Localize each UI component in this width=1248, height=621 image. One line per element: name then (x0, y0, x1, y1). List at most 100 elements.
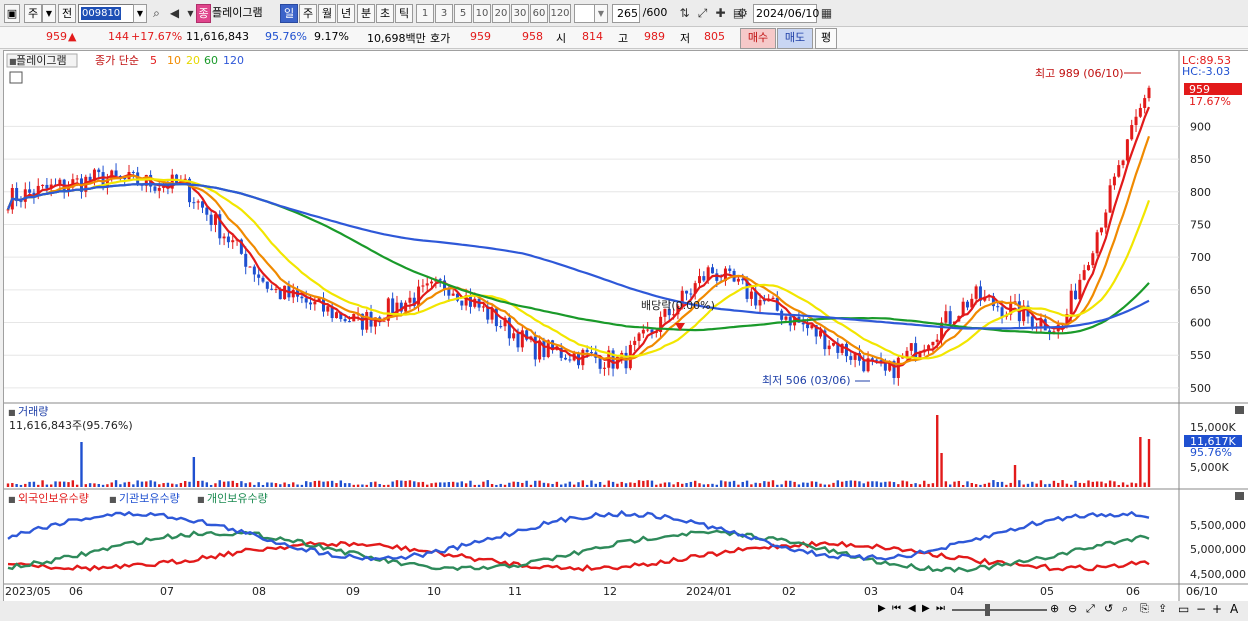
candle-body (222, 236, 226, 239)
search-icon[interactable]: ⌕ (148, 5, 165, 22)
volume-bar (451, 481, 455, 487)
inv-panel-close-icon[interactable] (1235, 492, 1244, 500)
next-icon[interactable]: ▶ (922, 603, 934, 617)
volume-bar (330, 480, 334, 487)
candle-body (542, 340, 546, 358)
step-60[interactable]: 60 (530, 4, 548, 23)
volume-bar (97, 483, 100, 487)
candle-body (775, 297, 779, 311)
volume-bar (525, 480, 528, 487)
candle-body (1143, 98, 1147, 108)
ma120-line (6, 182, 1150, 330)
volume-bar (806, 482, 809, 487)
volume-bar (84, 484, 87, 487)
calendar-icon[interactable]: ▦ (818, 5, 835, 22)
candle-body (633, 340, 637, 345)
volume-bar (970, 482, 973, 487)
inv-tick-2: 5,000,000 (1190, 543, 1246, 556)
period-second-tab[interactable]: 초 (376, 4, 394, 23)
candle-body (784, 316, 788, 320)
candle-body (257, 274, 261, 278)
gear-icon[interactable]: ⚙ (734, 5, 751, 22)
buy-button[interactable]: 매수 (740, 28, 776, 49)
volume-bar (274, 483, 278, 487)
forward-icon[interactable]: ⏭ (936, 603, 950, 617)
candle-body (715, 273, 719, 281)
plus-icon[interactable]: + (1212, 602, 1224, 618)
candle-body (114, 170, 118, 177)
period-minute-tab[interactable]: 분 (357, 4, 375, 23)
volume-bar (413, 481, 416, 487)
step-30[interactable]: 30 (511, 4, 529, 23)
volume-bar (296, 484, 299, 487)
zoom-out-icon[interactable]: ⊖ (1068, 602, 1084, 618)
export-icon[interactable]: ⇪ (1158, 602, 1174, 618)
candle-body (309, 302, 313, 305)
volume-bar (797, 484, 801, 487)
candle-body (1091, 253, 1095, 266)
period-tick-tab[interactable]: 틱 (395, 4, 413, 23)
play-icon[interactable]: ▶ (878, 603, 890, 617)
chart-area[interactable]: 플레이그램 ■ 종가 단순 5 10 20 60 120 LC:89.53 HC… (3, 50, 1248, 603)
scroll-track[interactable] (952, 609, 1047, 611)
candle-body (749, 291, 753, 299)
volume-bar (564, 483, 567, 487)
volume-bar (473, 484, 476, 487)
eval-button[interactable]: 평 (815, 28, 837, 49)
sell-button[interactable]: 매도 (777, 28, 813, 49)
type-select[interactable]: 주 (24, 4, 42, 23)
prev-button[interactable]: 전 (58, 4, 76, 23)
fit-icon[interactable]: ⤢ (1086, 602, 1102, 618)
chart-tools-icon[interactable]: ⇅ (676, 5, 693, 22)
reset-icon[interactable]: ↺ (1104, 602, 1120, 618)
x-label: 11 (508, 585, 522, 598)
count-input[interactable]: 265 (612, 4, 640, 23)
date-input[interactable]: 2024/06/10 (753, 4, 819, 23)
custom-step-dropdown-icon[interactable]: ▼ (594, 4, 608, 23)
trendline-icon[interactable]: ⤢ (694, 5, 711, 22)
font-size-icon[interactable]: A (1230, 602, 1242, 618)
magnify-icon[interactable]: ⌕ (1122, 602, 1138, 618)
speaker-icon[interactable]: ◀ (166, 5, 183, 22)
volume-bar (1130, 482, 1133, 487)
volume-bar (41, 480, 44, 487)
period-week-tab[interactable]: 주 (299, 4, 317, 23)
step-10[interactable]: 10 (473, 4, 491, 23)
step-20[interactable]: 20 (492, 4, 510, 23)
zoom-in-icon[interactable]: ⊕ (1050, 602, 1066, 618)
table-toggle-icon[interactable] (9, 71, 23, 84)
volume-bar (871, 481, 874, 487)
prev-icon[interactable]: ◀ (908, 603, 920, 617)
step-5[interactable]: 5 (454, 4, 472, 23)
volume-bar (67, 482, 70, 487)
candle-body (585, 349, 589, 353)
volume-current-pct: 95.76% (1190, 446, 1232, 459)
period-day-tab[interactable]: 일 (280, 4, 298, 23)
scroll-handle[interactable] (985, 604, 990, 616)
period-month-tab[interactable]: 월 (318, 4, 336, 23)
step-120[interactable]: 120 (549, 4, 571, 23)
minus-icon[interactable]: − (1196, 602, 1206, 618)
volume-bar (547, 483, 550, 487)
step-3[interactable]: 3 (435, 4, 453, 23)
candle-body (1104, 212, 1108, 228)
code-dropdown-icon[interactable]: ▼ (133, 4, 147, 23)
volume-panel-close-icon[interactable] (1235, 406, 1244, 414)
volume-bar (305, 481, 308, 487)
window-icon[interactable]: ▭ (1178, 602, 1192, 618)
rewind-icon[interactable]: ⏮ (892, 603, 906, 617)
chevron-down-icon[interactable]: ▼ (42, 4, 56, 23)
copy-icon[interactable]: ⎘ (1140, 602, 1156, 618)
step-1[interactable]: 1 (416, 4, 434, 23)
crosshair-icon[interactable]: ✚ (712, 5, 729, 22)
panel-icon[interactable]: ▣ (4, 4, 20, 23)
candle-body (827, 345, 831, 350)
volume-title: 거래량 (18, 405, 48, 418)
volume-bar (1139, 437, 1142, 487)
volume-bar (266, 482, 269, 487)
volume-bar (395, 480, 399, 487)
volume-bar (732, 480, 736, 487)
volume-bar (1104, 483, 1107, 487)
candle-body (313, 301, 317, 305)
period-year-tab[interactable]: 년 (337, 4, 355, 23)
